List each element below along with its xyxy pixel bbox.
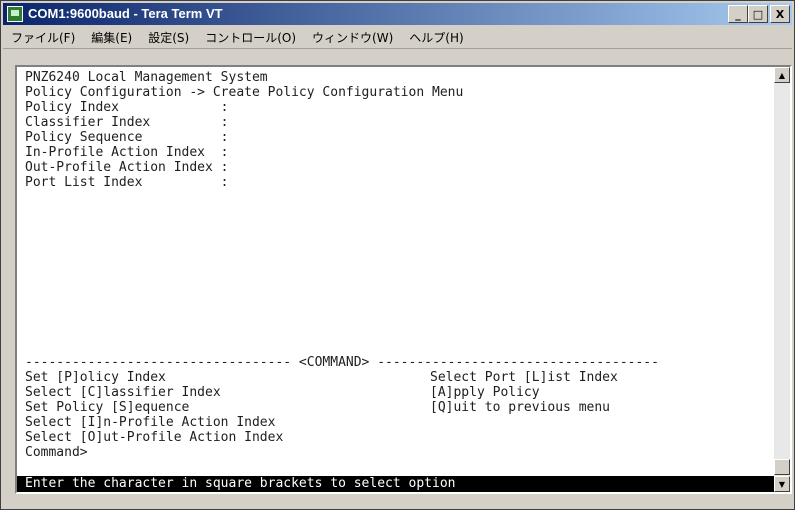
- window-title: COM1:9600baud - Tera Term VT: [28, 6, 223, 21]
- command-select-in-profile-action-index: Select [I]n-Profile Action Index: [25, 415, 276, 430]
- scroll-thumb[interactable]: [774, 459, 790, 475]
- status-line: Enter the character in square brackets t…: [17, 476, 774, 492]
- terminal-screen[interactable]: PNZ6240 Local Management System Policy C…: [17, 67, 774, 492]
- vertical-scrollbar[interactable]: ▲ ▼: [774, 67, 790, 492]
- menu-breadcrumb: Policy Configuration -> Create Policy Co…: [25, 85, 464, 100]
- field-policy-sequence: Policy Sequence :: [25, 130, 229, 145]
- title-bar[interactable]: COM1:9600baud - Tera Term VT _ □ X: [3, 3, 792, 25]
- system-header: PNZ6240 Local Management System: [25, 70, 268, 85]
- window-controls: _ □ X: [728, 5, 790, 23]
- field-policy-index: Policy Index :: [25, 100, 229, 115]
- tera-term-window: COM1:9600baud - Tera Term VT _ □ X ファイル(…: [0, 0, 795, 510]
- menu-setup[interactable]: 設定(S): [140, 29, 197, 46]
- tera-term-app-icon: [7, 6, 23, 22]
- field-classifier-index: Classifier Index :: [25, 115, 229, 130]
- command-apply-policy: [A]pply Policy: [430, 385, 540, 400]
- command-select-out-profile-action-index: Select [O]ut-Profile Action Index: [25, 430, 284, 445]
- command-quit-to-previous-menu: [Q]uit to previous menu: [430, 400, 611, 415]
- command-set-policy-index: Set [P]olicy Index: [25, 370, 166, 385]
- menu-edit[interactable]: 編集(E): [83, 29, 140, 46]
- status-message: Enter the character in square brackets t…: [25, 476, 456, 491]
- command-divider: ---------------------------------- <COMM…: [25, 355, 659, 370]
- scroll-down-arrow-icon[interactable]: ▼: [774, 476, 790, 492]
- command-select-port-list-index: Select Port [L]ist Index: [430, 370, 618, 385]
- minimize-button[interactable]: _: [728, 5, 748, 23]
- menu-bar: ファイル(F) 編集(E) 設定(S) コントロール(O) ウィンドウ(W) ヘ…: [3, 26, 792, 49]
- close-button[interactable]: X: [770, 5, 790, 23]
- field-port-list-index: Port List Index :: [25, 175, 229, 190]
- menu-help[interactable]: ヘルプ(H): [401, 29, 471, 46]
- maximize-button[interactable]: □: [748, 5, 768, 23]
- command-select-classifier-index: Select [C]lassifier Index: [25, 385, 221, 400]
- command-set-policy-sequence: Set Policy [S]equence: [25, 400, 190, 415]
- command-prompt[interactable]: Command>: [25, 445, 88, 460]
- menu-file[interactable]: ファイル(F): [3, 29, 83, 46]
- field-out-profile-action-index: Out-Profile Action Index :: [25, 160, 229, 175]
- menu-window[interactable]: ウィンドウ(W): [304, 29, 401, 46]
- menu-control[interactable]: コントロール(O): [197, 29, 304, 46]
- field-in-profile-action-index: In-Profile Action Index :: [25, 145, 229, 160]
- scroll-up-arrow-icon[interactable]: ▲: [774, 67, 790, 83]
